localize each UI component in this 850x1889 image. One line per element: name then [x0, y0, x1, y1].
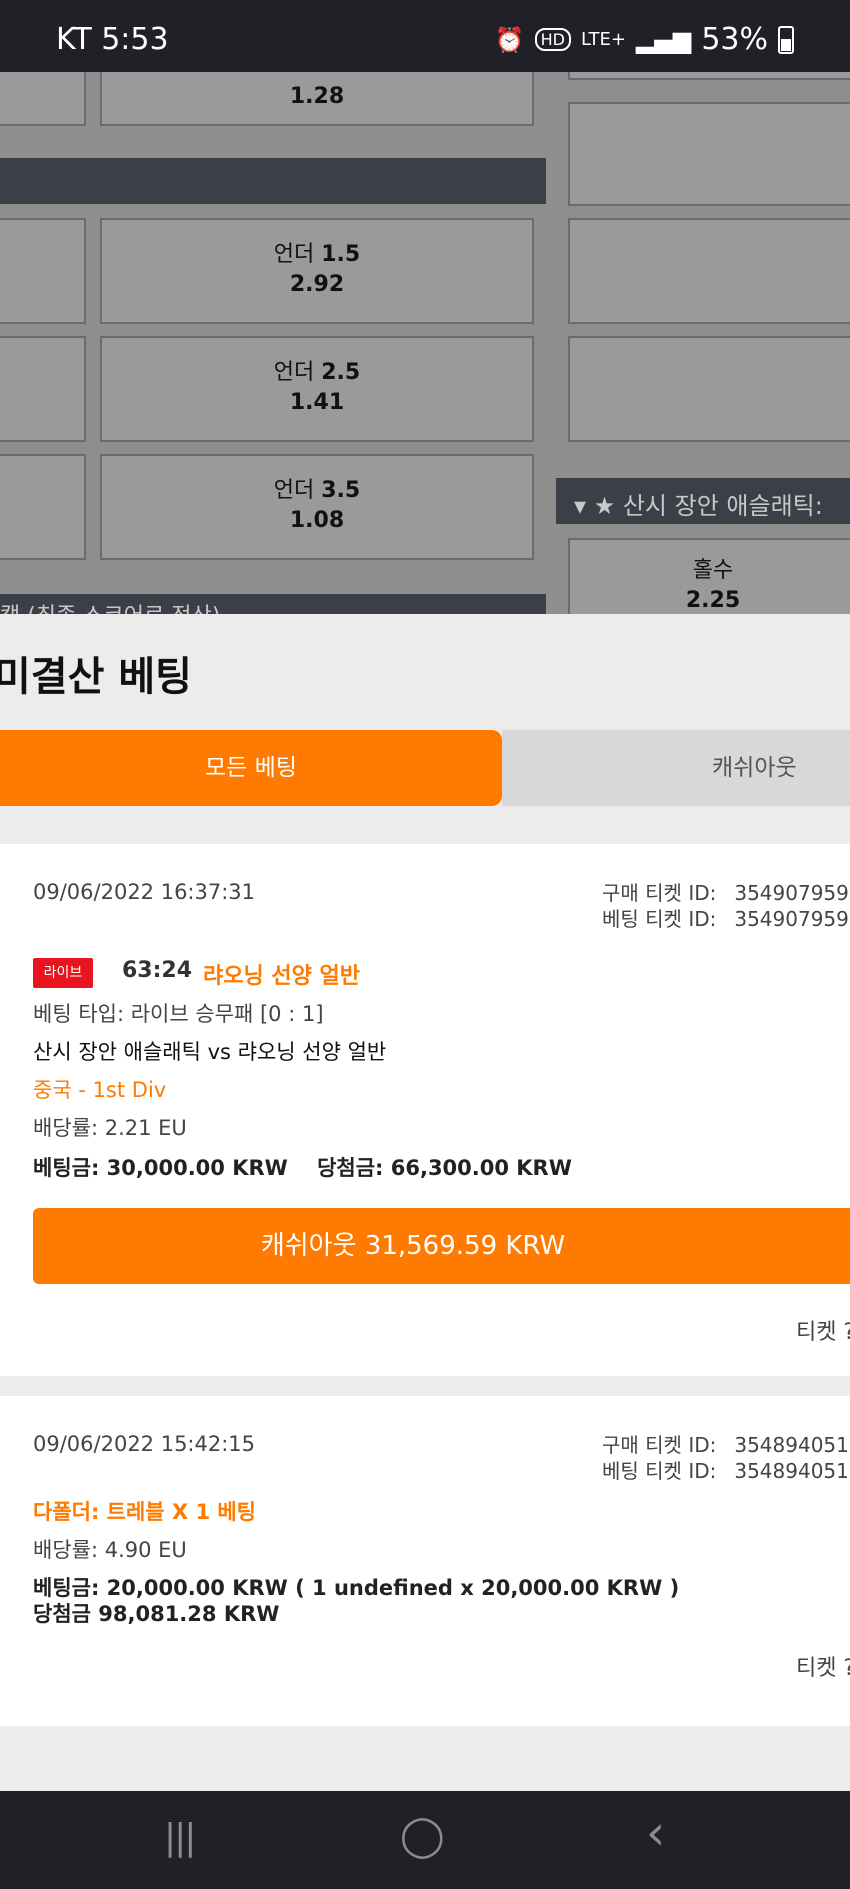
- odd-number-cell[interactable]: 홀수 2.25: [568, 538, 850, 614]
- match-header-bar[interactable]: ▾ ★ 산시 장안 애슬래틱:: [556, 478, 850, 524]
- under-1-5-cell[interactable]: 언더 1.5 2.92: [100, 218, 534, 324]
- bet-tabs: 모든 베팅 캐쉬아웃: [0, 730, 850, 806]
- cashout-button[interactable]: 캐쉬아웃 31,569.59 KRW: [33, 1208, 850, 1284]
- android-nav-bar: ||| ◯ ‹: [0, 1791, 850, 1889]
- odds-value: 1.08: [289, 508, 345, 533]
- odds-cell: [568, 102, 850, 206]
- bet-card: 09/06/2022 15:42:15 구매 티켓 ID: 354894051 베…: [0, 1396, 850, 1726]
- match-time: 63:24: [122, 958, 193, 983]
- market-header-bar: [0, 158, 546, 204]
- odds-cell: [568, 336, 850, 442]
- multi-bet-label: 다폴더: 트레블 X 1 베팅: [33, 1500, 257, 1524]
- purchase-id-label: 구매 티켓 ID:: [602, 1433, 717, 1457]
- purchase-id: 354894051: [734, 1433, 849, 1457]
- odds-value: 2.25: [685, 588, 741, 613]
- signal-icon: ▂▄▆: [635, 25, 692, 54]
- odds-label: 언더: [273, 478, 315, 503]
- status-bar: KT 5:53 ⏰ HD LTE+ ▂▄▆ 53%: [0, 0, 850, 72]
- odds-cell: [568, 72, 850, 80]
- bet-id-label: 베팅 티켓 ID:: [602, 907, 717, 931]
- odds-cell: [0, 336, 86, 442]
- bet-card: 09/06/2022 16:37:31 구매 티켓 ID: 354907959 베…: [0, 844, 850, 1376]
- star-icon: ★: [593, 492, 616, 520]
- under-2-5-cell[interactable]: 언더 2.5 1.41: [100, 336, 534, 442]
- odds: 배당률: 2.21 EU: [33, 1116, 187, 1140]
- odds-cell: [0, 72, 86, 126]
- bet-id-label: 베팅 티켓 ID:: [602, 1459, 717, 1483]
- hd-icon: HD: [534, 28, 571, 51]
- bet-date: 09/06/2022 16:37:31: [33, 880, 256, 904]
- market-header-bar: 캡 (최종 스코어로 정산): [0, 594, 546, 614]
- alarm-icon: ⏰: [494, 25, 525, 54]
- odds-value: 2.92: [289, 272, 345, 297]
- bet-id: 354894051: [734, 1459, 849, 1483]
- background-betting-page: 1.28 언더 1.5 2.92 언더 2.5 1.41 언더 3.5 1.08…: [0, 72, 850, 614]
- selection: 랴오닝 선양 얼반: [203, 964, 360, 989]
- match-name: 산시 장안 애슬래틱 vs 랴오닝 선양 얼반: [33, 1040, 387, 1064]
- battery-icon: [778, 25, 794, 54]
- under-3-5-cell[interactable]: 언더 3.5 1.08: [100, 454, 534, 560]
- ticket-link[interactable]: 티켓 ?: [796, 1314, 850, 1346]
- odds-cell: [0, 454, 86, 560]
- bet-date: 09/06/2022 15:42:15: [33, 1432, 256, 1456]
- odds-cell: [0, 218, 86, 324]
- home-icon[interactable]: ◯: [400, 1813, 445, 1859]
- tab-all-bets[interactable]: 모든 베팅: [0, 730, 502, 806]
- odds-value: 1.41: [289, 390, 345, 415]
- ticket-ids: 구매 티켓 ID: 354894051 베팅 티켓 ID: 354894051: [602, 1432, 849, 1484]
- battery-percent: 53%: [701, 22, 768, 57]
- odds-cell[interactable]: 1.28: [100, 72, 534, 126]
- odds-value: 1.28: [289, 84, 345, 109]
- bet-type: 베팅 타입: 라이브 승무패 [0 : 1]: [33, 1002, 324, 1026]
- ticket-ids: 구매 티켓 ID: 354907959 베팅 티켓 ID: 354907959: [602, 880, 849, 932]
- collapse-triangle-icon: ▾: [574, 492, 587, 520]
- open-bets-sheet: 미결산 베팅 모든 베팅 캐쉬아웃 09/06/2022 16:37:31 구매…: [0, 614, 850, 1791]
- odds-label: 홀수: [692, 558, 734, 583]
- odds-line: 1.5: [321, 242, 361, 267]
- odds-label: 언더: [273, 360, 315, 385]
- lte-icon: LTE+: [580, 29, 626, 50]
- back-icon[interactable]: ‹: [646, 1805, 665, 1861]
- league-link[interactable]: 중국 - 1st Div: [33, 1074, 166, 1104]
- market-header-text: 캡 (최종 스코어로 정산): [0, 604, 220, 614]
- odds-line: 2.5: [321, 360, 361, 385]
- purchase-id-label: 구매 티켓 ID:: [602, 881, 717, 905]
- live-badge: 라이브: [33, 958, 93, 988]
- carrier-time: KT 5:53: [56, 22, 169, 57]
- ticket-link[interactable]: 티켓 ?: [796, 1650, 850, 1682]
- tab-cashout[interactable]: 캐쉬아웃: [502, 730, 850, 806]
- odds-line: 3.5: [321, 478, 361, 503]
- sheet-title: 미결산 베팅: [0, 654, 192, 700]
- recent-apps-icon[interactable]: |||: [164, 1817, 196, 1858]
- match-header-title: 산시 장안 애슬래틱:: [622, 492, 823, 520]
- status-icons: ⏰ HD LTE+ ▂▄▆ 53%: [495, 22, 794, 57]
- odds-label: 언더: [273, 242, 315, 267]
- stake-and-win: 베팅금: 30,000.00 KRW 당첨금: 66,300.00 KRW: [33, 1156, 572, 1180]
- odds-cell: [568, 218, 850, 324]
- bet-id: 354907959: [734, 907, 849, 931]
- odds: 배당률: 4.90 EU: [33, 1538, 187, 1562]
- win-amount: 당첨금 98,081.28 KRW: [33, 1602, 280, 1626]
- purchase-id: 354907959: [734, 881, 849, 905]
